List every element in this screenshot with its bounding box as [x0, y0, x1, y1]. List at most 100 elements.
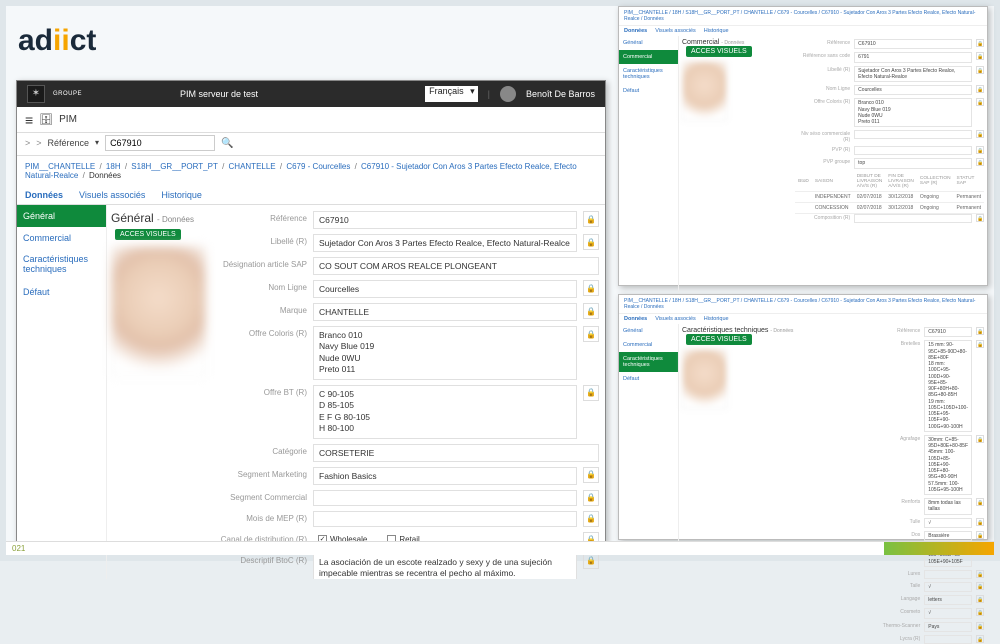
field-value[interactable]: 8mm todas las tallas: [924, 498, 972, 515]
field-value[interactable]: top: [854, 158, 972, 168]
lock-icon: [976, 531, 984, 539]
tab-historique[interactable]: Historique: [161, 186, 202, 204]
breadcrumb-item[interactable]: PIM__CHANTELLE: [25, 162, 95, 171]
field-value[interactable]: Brassière: [924, 531, 972, 541]
sidebar-item[interactable]: Général: [619, 36, 678, 50]
menu-icon[interactable]: [25, 112, 33, 128]
field-label: Segment Marketing: [217, 467, 307, 479]
tab[interactable]: Visuels associés: [655, 28, 696, 34]
field-label: Niv séso commerciale (R): [795, 130, 850, 143]
product-thumbnail[interactable]: [111, 246, 206, 376]
nav-fwd-icon[interactable]: >: [36, 138, 41, 148]
field-value[interactable]: 15 mm: 90-95C+85-90D+80-85E+80F18 mm: 10…: [924, 340, 972, 432]
breadcrumb-item[interactable]: S18H__GR__PORT_PT: [131, 162, 218, 171]
sidebar-item[interactable]: Caractéristiques techniques: [619, 352, 678, 372]
field-value[interactable]: [854, 146, 972, 155]
field-value[interactable]: CORSETERIE: [313, 444, 599, 462]
field-label: Bretelles: [865, 340, 920, 347]
field-value[interactable]: C67910: [854, 39, 972, 49]
sidebar-item-général[interactable]: Général: [17, 205, 106, 227]
nav-back-icon[interactable]: >: [25, 138, 30, 148]
field-value[interactable]: letters: [924, 595, 972, 605]
reference-dropdown[interactable]: Référence: [48, 138, 100, 148]
tabs-mini1: Données Visuels associés Historique: [619, 26, 987, 36]
tab[interactable]: Historique: [704, 316, 729, 322]
sidebar-item[interactable]: Général: [619, 324, 678, 338]
lock-icon: [583, 511, 599, 527]
field-value[interactable]: Branco 010Navy Blue 019Nude 0WUPreto 011: [313, 326, 577, 380]
badge-mini2[interactable]: ACCES VISUELS: [686, 334, 752, 345]
field-value[interactable]: C67910: [924, 327, 972, 337]
field-value[interactable]: √: [924, 608, 972, 618]
app-title: PIM serveur de test: [180, 89, 258, 99]
field-label: Référence: [795, 39, 850, 46]
lock-icon: [976, 327, 984, 335]
tab[interactable]: Visuels associés: [655, 316, 696, 322]
field-value[interactable]: CHANTELLE: [313, 303, 577, 321]
fields-area: RéférenceC67910Libellé (R)Sujetador Con …: [217, 205, 605, 579]
lock-icon: [976, 85, 984, 93]
field-value[interactable]: 6791: [854, 52, 972, 62]
field-value[interactable]: √: [924, 582, 972, 592]
field-label: Thermo-Scanner: [865, 622, 920, 629]
field-value[interactable]: [313, 490, 577, 506]
field-value[interactable]: CO SOUT COM AROS REALCE PLONGEANT: [313, 257, 599, 275]
field-label: Lycra (R): [865, 635, 920, 642]
language-select[interactable]: Français: [425, 86, 478, 102]
field-label: Offre Coloris (R): [217, 326, 307, 338]
lock-icon: [976, 582, 984, 590]
topbar: GROUPE PIM serveur de test Français | Be…: [17, 81, 605, 107]
avatar[interactable]: [500, 86, 516, 102]
thumbnail-mini2[interactable]: [682, 349, 727, 409]
tab[interactable]: Historique: [704, 28, 729, 34]
field-value[interactable]: Sujetador Con Aros 3 Partes Efecto Realc…: [313, 234, 577, 252]
field-value[interactable]: C67910: [313, 211, 577, 229]
briefcase-icon[interactable]: [39, 113, 53, 126]
field-value[interactable]: [854, 130, 972, 139]
breadcrumb-item[interactable]: CHANTELLE: [229, 162, 276, 171]
field-value[interactable]: [924, 635, 972, 644]
sidebar-item[interactable]: Défaut: [619, 84, 678, 98]
field-value[interactable]: 30mm: C+85-95D+80E+80-85F45mm: 100-105D+…: [924, 435, 972, 495]
field-value[interactable]: La asociación de un escote realzado y se…: [313, 553, 577, 579]
breadcrumb-item[interactable]: C679 - Courcelles: [286, 162, 350, 171]
tab[interactable]: Données: [624, 316, 647, 322]
sidebar-item[interactable]: Défaut: [619, 372, 678, 386]
field-value[interactable]: [313, 511, 577, 527]
lock-icon: [976, 570, 984, 578]
access-visuals-badge[interactable]: ACCES VISUELS: [115, 229, 181, 240]
search-icon[interactable]: [221, 138, 233, 149]
field-value[interactable]: √: [924, 518, 972, 528]
field-value[interactable]: Sujetador Con Aros 3 Partes Efecto Realc…: [854, 66, 972, 83]
sidebar-item[interactable]: Commercial: [619, 50, 678, 64]
breadcrumb-item[interactable]: 18H: [106, 162, 121, 171]
lock-icon: [976, 595, 984, 603]
lock-icon: [583, 234, 599, 250]
field-value[interactable]: Courcelles: [854, 85, 972, 95]
lock-icon: [583, 211, 599, 227]
sidebar-item-défaut[interactable]: Défaut: [17, 281, 106, 303]
thumbnail-mini1[interactable]: [682, 61, 727, 121]
badge-mini1[interactable]: ACCES VISUELS: [686, 46, 752, 57]
tab-visuels-associés[interactable]: Visuels associés: [79, 186, 145, 204]
field-label: Agrafage: [865, 435, 920, 442]
reference-input[interactable]: [105, 135, 215, 151]
tab[interactable]: Données: [624, 28, 647, 34]
field-value[interactable]: [924, 570, 972, 579]
field-label: Catégorie: [217, 444, 307, 456]
sidebar-item-commercial[interactable]: Commercial: [17, 227, 106, 249]
field-value[interactable]: Branco 010Navy Blue 019Nude 0WUPreto 011: [854, 98, 972, 127]
field-value[interactable]: Pays: [924, 622, 972, 632]
sidebar-item[interactable]: Commercial: [619, 338, 678, 352]
sidebar-item[interactable]: Caractéristiques techniques: [619, 64, 678, 84]
field-value[interactable]: Fashion Basics: [313, 467, 577, 485]
field-value[interactable]: Courcelles: [313, 280, 577, 298]
overlay-tech: PIM__CHANTELLE / 18H / S18H__GR__PORT_PT…: [618, 294, 988, 540]
page-number: 021: [12, 544, 25, 553]
pim-label: PIM: [59, 114, 77, 125]
lock-icon: [976, 340, 984, 348]
field-value[interactable]: C 90-105D 85-105E F G 80-105H 80-100: [313, 385, 577, 439]
sidebar-item-caractéristiques[interactable]: Caractéristiques techniques: [17, 249, 106, 281]
tab-données[interactable]: Données: [25, 186, 63, 204]
field-label: Renforts: [865, 498, 920, 505]
